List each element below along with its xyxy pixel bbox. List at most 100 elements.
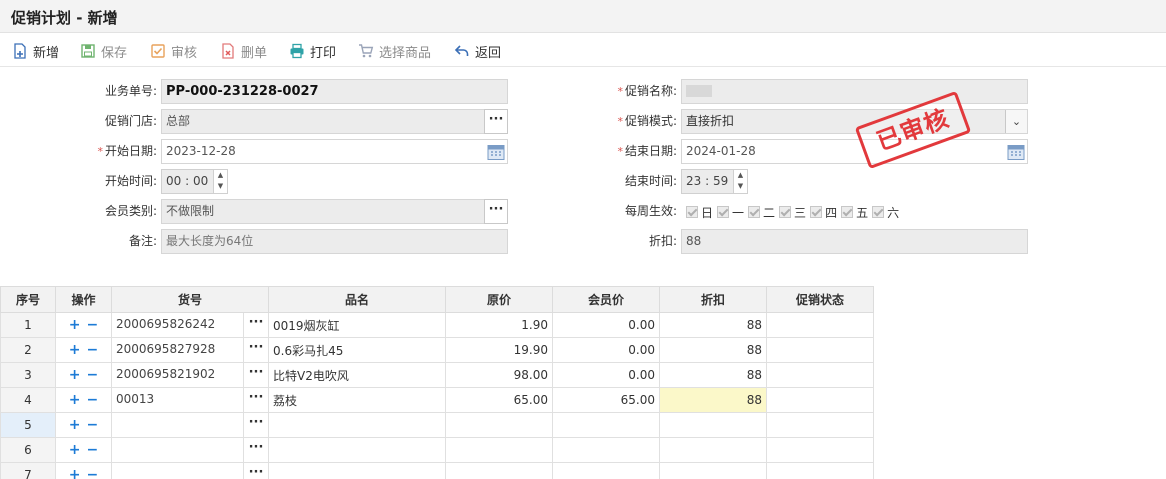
- table-row[interactable]: 7 + − ···: [0, 462, 874, 479]
- checkbox[interactable]: [779, 206, 792, 218]
- start-hour: 00: [166, 174, 182, 188]
- goods-picker-button[interactable]: ···: [243, 388, 268, 412]
- row-member-price[interactable]: [552, 462, 660, 479]
- member-type-field[interactable]: 不做限制: [161, 199, 485, 224]
- print-button[interactable]: 打印: [289, 42, 336, 61]
- row-code-cell[interactable]: ···: [111, 437, 269, 463]
- add-row-icon[interactable]: +: [69, 342, 81, 358]
- store-picker-button[interactable]: ···: [484, 109, 508, 134]
- weekday-thu[interactable]: 四: [810, 204, 837, 221]
- spin-down-icon[interactable]: ▼: [734, 181, 747, 192]
- weekday-sat[interactable]: 六: [872, 204, 899, 221]
- calendar-icon[interactable]: [487, 143, 505, 161]
- start-time-spinner[interactable]: ▲ ▼: [213, 170, 227, 193]
- remove-row-icon[interactable]: −: [87, 317, 99, 333]
- add-row-icon[interactable]: +: [69, 317, 81, 333]
- row-code: 2000695827928: [116, 341, 216, 356]
- weekday-mon[interactable]: 一: [717, 204, 744, 221]
- row-code-cell[interactable]: 2000695826242 ···: [111, 312, 269, 338]
- remark-input[interactable]: 最大长度为64位: [161, 229, 508, 254]
- row-member-price[interactable]: [552, 412, 660, 438]
- weekday-wed[interactable]: 三: [779, 204, 806, 221]
- add-row-icon[interactable]: +: [69, 367, 81, 383]
- add-row-icon[interactable]: +: [69, 392, 81, 408]
- start-date-field[interactable]: 2023-12-28: [161, 139, 508, 164]
- row-member-price[interactable]: 0.00: [552, 337, 660, 363]
- title-bar: 促销计划 - 新增: [0, 0, 1166, 33]
- promo-mode-select[interactable]: 直接折扣 ⌄: [681, 109, 1028, 134]
- weekday-label: 五: [856, 205, 869, 220]
- row-discount[interactable]: 88: [659, 362, 767, 388]
- select-goods-button[interactable]: 选择商品: [358, 42, 431, 61]
- remove-row-icon[interactable]: −: [87, 417, 99, 433]
- table-row[interactable]: 4 + −00013 ··· 荔枝 65.00 65.00 88: [0, 387, 874, 413]
- weekday-fri[interactable]: 五: [841, 204, 868, 221]
- row-price: 1.90: [445, 312, 553, 338]
- row-discount[interactable]: [659, 462, 767, 479]
- audit-button[interactable]: 审核: [150, 42, 197, 61]
- chevron-down-icon[interactable]: ⌄: [1005, 110, 1027, 133]
- audit-check-icon: [151, 44, 165, 58]
- weekday-sun[interactable]: 日: [686, 204, 713, 221]
- row-member-price[interactable]: 65.00: [552, 387, 660, 413]
- goods-picker-button[interactable]: ···: [243, 413, 268, 437]
- add-row-icon[interactable]: +: [69, 442, 81, 458]
- table-row[interactable]: 2 + −2000695827928 ··· 0.6彩马扎45 19.90 0.00 88: [0, 337, 874, 363]
- add-row-icon[interactable]: +: [69, 417, 81, 433]
- row-discount[interactable]: 88: [659, 337, 767, 363]
- table-row[interactable]: 6 + − ···: [0, 437, 874, 463]
- spin-up-icon[interactable]: ▲: [734, 170, 747, 181]
- weekday-tue[interactable]: 二: [748, 204, 775, 221]
- doc-no-label: 业务单号:: [104, 84, 157, 98]
- checkbox[interactable]: [810, 206, 823, 218]
- goods-picker-button[interactable]: ···: [243, 363, 268, 387]
- row-member-price[interactable]: 0.00: [552, 312, 660, 338]
- member-type-picker-button[interactable]: ···: [484, 199, 508, 224]
- checkbox[interactable]: [748, 206, 761, 218]
- goods-picker-button[interactable]: ···: [243, 438, 268, 462]
- row-code-cell[interactable]: 00013 ···: [111, 387, 269, 413]
- remove-row-icon[interactable]: −: [87, 467, 99, 479]
- table-row[interactable]: 1 + −2000695826242 ··· 0019烟灰缸 1.90 0.00 88: [0, 312, 874, 338]
- remove-row-icon[interactable]: −: [87, 442, 99, 458]
- row-member-price[interactable]: [552, 437, 660, 463]
- start-time-label: 开始时间:: [104, 174, 157, 188]
- remove-row-icon[interactable]: −: [87, 392, 99, 408]
- remove-row-icon[interactable]: −: [87, 342, 99, 358]
- checkbox[interactable]: [872, 206, 885, 218]
- row-discount[interactable]: 88: [659, 387, 767, 413]
- remove-row-icon[interactable]: −: [87, 367, 99, 383]
- row-code-cell[interactable]: 2000695827928 ···: [111, 337, 269, 363]
- delete-button[interactable]: 删单: [220, 42, 267, 61]
- row-discount[interactable]: 88: [659, 312, 767, 338]
- table-row[interactable]: 3 + −2000695821902 ··· 比特V2电吹风 98.00 0.00 88: [0, 362, 874, 388]
- goods-picker-button[interactable]: ···: [243, 338, 268, 362]
- checkbox[interactable]: [841, 206, 854, 218]
- new-button[interactable]: 新增: [12, 42, 59, 61]
- promo-name-input[interactable]: [681, 79, 1028, 104]
- table-row[interactable]: 5 + − ···: [0, 412, 874, 438]
- row-discount[interactable]: [659, 412, 767, 438]
- required-mark: *: [97, 145, 103, 158]
- back-button[interactable]: 返回: [454, 42, 501, 61]
- save-button[interactable]: 保存: [80, 42, 127, 61]
- row-code-cell[interactable]: 2000695821902 ···: [111, 362, 269, 388]
- calendar-icon[interactable]: [1007, 143, 1025, 161]
- row-code-cell[interactable]: ···: [111, 412, 269, 438]
- checkbox[interactable]: [717, 206, 730, 218]
- store-field[interactable]: 总部: [161, 109, 485, 134]
- row-member-price[interactable]: 0.00: [552, 362, 660, 388]
- goods-picker-button[interactable]: ···: [243, 463, 268, 479]
- start-time-field[interactable]: 00 : 00 ▲ ▼: [161, 169, 228, 194]
- add-row-icon[interactable]: +: [69, 467, 81, 479]
- end-date-field[interactable]: 2024-01-28: [681, 139, 1028, 164]
- row-discount[interactable]: [659, 437, 767, 463]
- row-code-cell[interactable]: ···: [111, 462, 269, 479]
- promo-name-label-text: 促销名称:: [624, 84, 677, 98]
- end-time-field[interactable]: 23 : 59 ▲ ▼: [681, 169, 748, 194]
- spin-down-icon[interactable]: ▼: [214, 181, 227, 192]
- spin-up-icon[interactable]: ▲: [214, 170, 227, 181]
- end-time-spinner[interactable]: ▲ ▼: [733, 170, 747, 193]
- goods-picker-button[interactable]: ···: [243, 313, 268, 337]
- checkbox[interactable]: [686, 206, 698, 218]
